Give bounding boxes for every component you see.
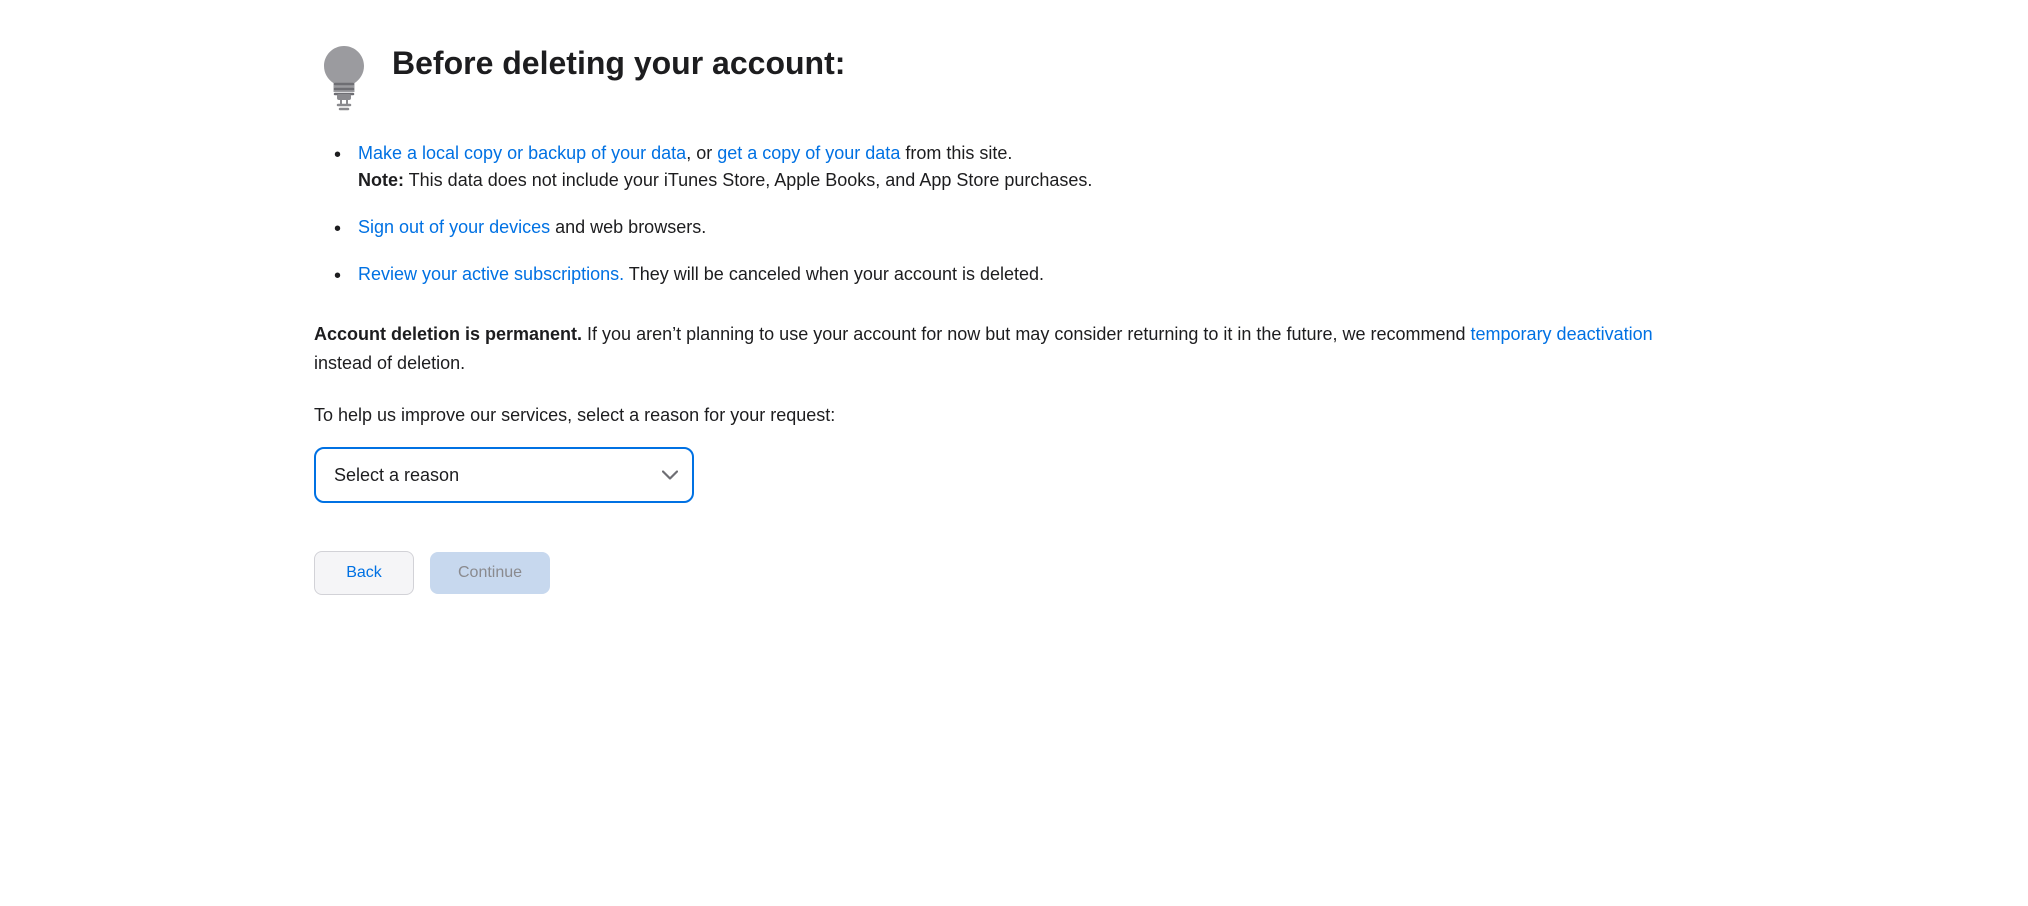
page-title: Before deleting your account: — [392, 40, 845, 82]
signout-link[interactable]: Sign out of your devices — [358, 217, 550, 237]
suffix-text: from this site. — [900, 143, 1012, 163]
permanent-body: If you aren’t planning to use your accou… — [582, 324, 1470, 344]
bulb-icon — [314, 42, 374, 112]
deactivation-link[interactable]: temporary deactivation — [1471, 324, 1653, 344]
select-wrapper: Select a reasonI have privacy concernsI … — [314, 447, 694, 503]
note-text: This data does not include your iTunes S… — [404, 170, 1092, 190]
separator-text: , or — [686, 143, 717, 163]
signout-suffix: and web browsers. — [550, 217, 706, 237]
continue-button[interactable]: Continue — [430, 552, 550, 594]
back-button[interactable]: Back — [314, 551, 414, 595]
backup-link[interactable]: Make a local copy or backup of your data — [358, 143, 686, 163]
list-item: Review your active subscriptions. They w… — [334, 261, 1714, 288]
subscriptions-link[interactable]: Review your active subscriptions. — [358, 264, 624, 284]
list-item: Sign out of your devices and web browser… — [334, 214, 1714, 241]
page-container: Before deleting your account: Make a loc… — [314, 40, 1714, 595]
subscriptions-suffix: They will be canceled when your account … — [624, 264, 1044, 284]
permanent-section: Account deletion is permanent. If you ar… — [314, 320, 1714, 378]
header-section: Before deleting your account: — [314, 40, 1714, 112]
help-text: To help us improve our services, select … — [314, 402, 1714, 429]
permanent-bold: Account deletion is permanent. — [314, 324, 582, 344]
copy-link[interactable]: get a copy of your data — [717, 143, 900, 163]
permanent-end: instead of deletion. — [314, 353, 465, 373]
bullet-list: Make a local copy or backup of your data… — [314, 140, 1714, 288]
note-label: Note: — [358, 170, 404, 190]
list-item: Make a local copy or backup of your data… — [334, 140, 1714, 194]
buttons-section: Back Continue — [314, 551, 1714, 595]
reason-select[interactable]: Select a reasonI have privacy concernsI … — [314, 447, 694, 503]
